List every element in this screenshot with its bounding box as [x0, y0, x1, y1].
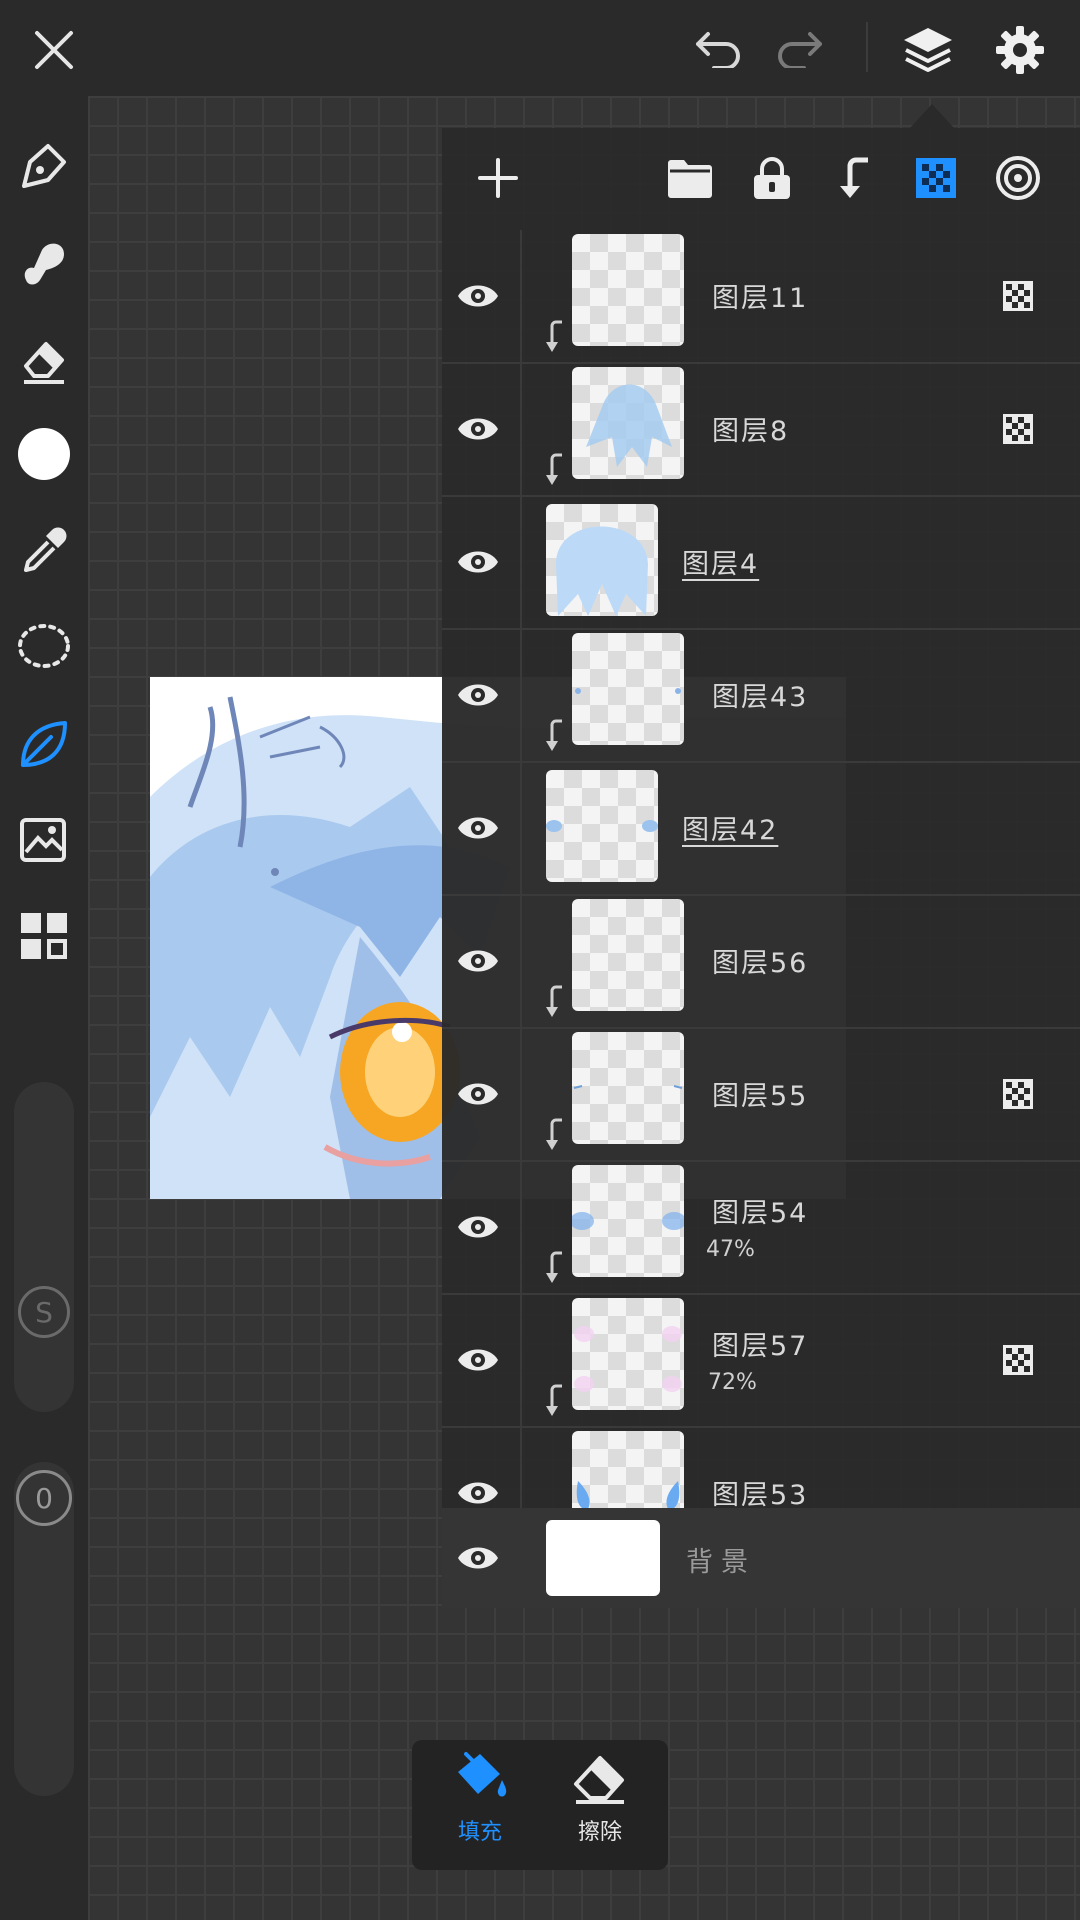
clip-arrow-icon — [542, 318, 566, 358]
layer-thumbnail — [546, 504, 658, 616]
layer-thumbnail — [572, 633, 684, 745]
layer-row[interactable]: 图层42 — [442, 762, 1080, 896]
clip-arrow-icon — [542, 1249, 566, 1289]
eyedropper-icon[interactable] — [14, 520, 74, 580]
layer-row[interactable]: 图层54 47% — [442, 1161, 1080, 1295]
layer-row[interactable]: 图层8 — [442, 363, 1080, 497]
alpha-lock-icon[interactable] — [908, 150, 964, 206]
brush-opacity-slider[interactable]: 0 — [14, 1462, 74, 1796]
alpha-lock-badge-icon — [1002, 280, 1034, 316]
left-toolbar: S 0 — [0, 96, 88, 1920]
layer-thumbnail — [572, 234, 684, 346]
layer-name: 图层53 — [712, 1480, 809, 1511]
layer-name: 图层43 — [712, 682, 809, 713]
lock-icon[interactable] — [744, 150, 800, 206]
lasso-tool-icon[interactable] — [14, 616, 74, 676]
clip-icon[interactable] — [826, 150, 882, 206]
eye-icon[interactable] — [456, 1340, 500, 1384]
clip-arrow-icon — [542, 717, 566, 757]
top-toolbar — [0, 0, 1080, 96]
eye-icon[interactable] — [456, 542, 500, 586]
layer-thumbnail — [572, 1298, 684, 1410]
gear-icon[interactable] — [990, 20, 1050, 80]
layer-name: 图层4 — [682, 549, 760, 580]
close-icon[interactable] — [24, 22, 84, 78]
color-picker-icon[interactable] — [14, 424, 74, 484]
eraser-icon — [574, 1756, 624, 1804]
smudge-tool-icon[interactable] — [14, 232, 74, 292]
layer-name: 图层57 — [712, 1331, 809, 1362]
layer-row[interactable]: 图层57 72% — [442, 1294, 1080, 1428]
folder-icon[interactable] — [662, 150, 718, 206]
eye-icon[interactable] — [456, 1074, 500, 1118]
clip-arrow-icon — [542, 1116, 566, 1156]
alpha-lock-badge-icon — [1002, 413, 1034, 449]
layer-thumbnail — [572, 1165, 684, 1277]
layer-opacity: 72% — [708, 1370, 757, 1395]
layer-row[interactable]: 图层4 — [442, 496, 1080, 630]
erase-label: 擦除 — [577, 1820, 622, 1845]
layer-name: 图层55 — [712, 1081, 809, 1112]
layer-name: 图层56 — [712, 948, 809, 979]
toolbar-divider — [866, 22, 868, 72]
size-slider-label: S — [35, 1295, 53, 1329]
pen-tool-icon[interactable] — [14, 136, 74, 196]
layer-name: 图层54 — [712, 1198, 809, 1229]
opacity-slider-label: 0 — [35, 1481, 53, 1515]
layers-toolbar — [442, 128, 1080, 230]
layers-panel: 图层11 图层8 图层4 图层43 图层42 图层56 图层55 图层54 47… — [442, 128, 1080, 1608]
eye-icon[interactable] — [456, 276, 500, 320]
layers-icon[interactable] — [898, 20, 958, 80]
undo-icon[interactable] — [688, 20, 748, 76]
background-thumbnail — [546, 1520, 660, 1596]
size-slider-thumb[interactable]: S — [18, 1286, 70, 1338]
alpha-lock-badge-icon — [1002, 1344, 1034, 1380]
paint-bucket-icon — [458, 1752, 507, 1797]
layer-thumbnail — [572, 1032, 684, 1144]
gallery-grid-icon[interactable] — [14, 906, 74, 966]
layer-row[interactable]: 图层43 — [442, 629, 1080, 763]
redo-icon[interactable] — [770, 20, 830, 76]
layer-list[interactable]: 图层11 图层8 图层4 图层43 图层42 图层56 图层55 图层54 47… — [442, 230, 1080, 1608]
layer-thumbnail — [572, 367, 684, 479]
layer-thumbnail — [546, 770, 658, 882]
layer-row[interactable]: 图层55 — [442, 1028, 1080, 1162]
fill-erase-bar: 填充 擦除 — [412, 1740, 668, 1870]
eye-icon[interactable] — [456, 941, 500, 985]
background-layer-row[interactable]: 背景 — [442, 1508, 1080, 1608]
layer-row[interactable]: 图层56 — [442, 895, 1080, 1029]
layer-opacity: 47% — [706, 1237, 755, 1262]
background-layer-name: 背景 — [686, 1547, 756, 1578]
target-icon[interactable] — [990, 150, 1046, 206]
add-icon[interactable] — [470, 150, 526, 206]
layer-row[interactable]: 图层11 — [442, 230, 1080, 364]
eraser-tool-icon[interactable] — [14, 330, 74, 390]
fill-button[interactable]: 填充 — [420, 1750, 540, 1846]
leaf-tool-icon[interactable] — [14, 714, 74, 774]
eye-icon[interactable] — [456, 1207, 500, 1251]
layer-name: 图层11 — [712, 283, 809, 314]
fill-label: 填充 — [457, 1820, 502, 1845]
eye-icon[interactable] — [456, 808, 500, 852]
layer-name: 图层8 — [712, 416, 790, 447]
layer-name: 图层42 — [682, 815, 779, 846]
panel-caret — [910, 104, 954, 128]
import-image-icon[interactable] — [14, 810, 74, 870]
alpha-lock-badge-icon — [1002, 1078, 1034, 1114]
clip-arrow-icon — [542, 1382, 566, 1422]
opacity-slider-thumb[interactable]: 0 — [16, 1470, 72, 1526]
brush-size-slider[interactable]: S — [14, 1082, 74, 1412]
erase-button[interactable]: 擦除 — [540, 1750, 660, 1846]
layer-thumbnail — [572, 899, 684, 1011]
eye-icon[interactable] — [456, 1538, 500, 1582]
clip-arrow-icon — [542, 983, 566, 1023]
eye-icon[interactable] — [456, 675, 500, 719]
eye-icon[interactable] — [456, 409, 500, 453]
clip-arrow-icon — [542, 451, 566, 491]
